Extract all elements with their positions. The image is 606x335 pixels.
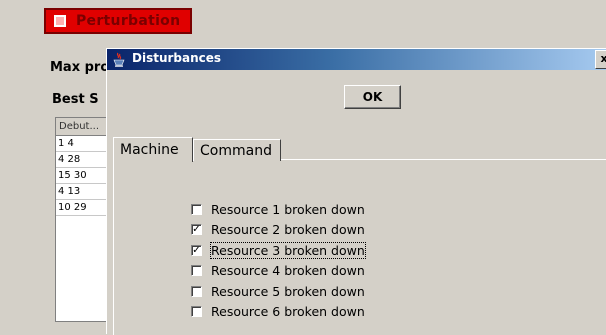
disturbances-dialog: Disturbances x OK Machine Command Resour… bbox=[106, 48, 606, 335]
stop-square-icon bbox=[54, 15, 66, 27]
checkbox-label: Resource 2 broken down bbox=[211, 222, 365, 238]
resource-5-checkbox-row[interactable]: Resource 5 broken down bbox=[191, 281, 365, 302]
resource-checkbox-list: Resource 1 broken down ✓ Resource 2 brok… bbox=[191, 199, 366, 323]
tab-command[interactable]: Command bbox=[193, 139, 281, 161]
checkbox-label: Resource 3 broken down bbox=[210, 241, 366, 259]
checkbox[interactable] bbox=[191, 265, 202, 277]
resource-1-checkbox-row[interactable]: Resource 1 broken down bbox=[191, 199, 365, 220]
checkbox[interactable] bbox=[191, 285, 202, 297]
checkbox-label: Resource 4 broken down bbox=[211, 263, 365, 279]
checkbox-checked[interactable]: ✓ bbox=[191, 224, 202, 236]
max-profit-label: Max pro bbox=[50, 60, 110, 75]
resource-6-checkbox-row[interactable]: Resource 6 broken down bbox=[191, 302, 365, 323]
resource-3-checkbox-row[interactable]: ✓ Resource 3 broken down bbox=[191, 240, 366, 261]
close-button[interactable]: x bbox=[595, 50, 606, 69]
dialog-title: Disturbances bbox=[132, 51, 222, 65]
resource-4-checkbox-row[interactable]: Resource 4 broken down bbox=[191, 261, 365, 282]
checkbox[interactable] bbox=[191, 203, 202, 215]
checkbox[interactable] bbox=[191, 306, 202, 318]
java-cup-icon bbox=[113, 52, 125, 67]
dialog-title-bar[interactable]: Disturbances x bbox=[107, 49, 606, 70]
checkbox-label: Resource 1 broken down bbox=[211, 201, 365, 217]
perturbation-button[interactable]: Perturbation bbox=[44, 8, 192, 34]
best-solution-label: Best S bbox=[52, 92, 99, 107]
perturbation-button-label: Perturbation bbox=[76, 13, 181, 29]
ok-button[interactable]: OK bbox=[344, 85, 401, 109]
checkbox-label: Resource 5 broken down bbox=[211, 283, 365, 299]
resource-2-checkbox-row[interactable]: ✓ Resource 2 broken down bbox=[191, 220, 365, 241]
checkbox-checked[interactable]: ✓ bbox=[191, 244, 202, 256]
tab-machine[interactable]: Machine bbox=[113, 137, 193, 162]
checkbox-label: Resource 6 broken down bbox=[211, 304, 365, 320]
